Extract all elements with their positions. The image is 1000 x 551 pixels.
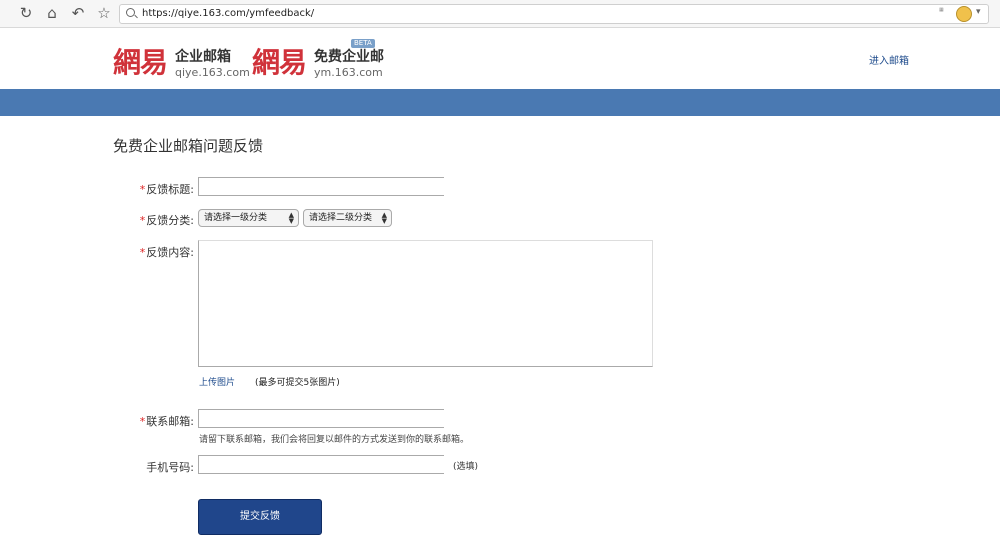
select-arrows-icon: ▲ ▼ [288,211,294,225]
back-icon[interactable]: ↶ [70,5,86,21]
required-mark: * [139,246,146,259]
logo-free-domain: ym.163.com [314,66,383,79]
browser-toolbar: ↻ ⌂ ↶ ☆ https://qiye.163.com/ymfeedback/… [0,0,1000,28]
category-label: *反馈分类: [139,214,194,227]
address-bar[interactable]: https://qiye.163.com/ymfeedback/ [119,4,989,24]
phone-optional-note: (选填) [453,462,479,472]
subject-input[interactable] [198,177,444,196]
netease-logo-mark: 網易 [113,46,168,79]
content-textarea[interactable] [198,240,653,367]
enter-mailbox-link[interactable]: 进入邮箱 [869,52,909,67]
enterprise-mail-logo[interactable]: 網易 企业邮箱 qiye.163.com [113,46,250,82]
category-level1-select[interactable]: 请选择一级分类 ▲ ▼ [198,209,299,227]
bookmark-star-icon[interactable]: ☆ [96,5,112,21]
subject-label: *反馈标题: [139,183,194,196]
content-label: *反馈内容: [139,246,194,259]
submit-feedback-button[interactable]: 提交反馈 [198,499,322,535]
address-bar-url[interactable]: https://qiye.163.com/ymfeedback/ [142,6,314,22]
free-mail-logo[interactable]: 網易 免费企业邮 ym.163.com BETA [252,39,387,82]
logo-enterprise-domain: qiye.163.com [175,66,250,79]
category-level1-value: 请选择一级分类 [204,213,268,223]
netease-logo-mark: 網易 [252,46,307,79]
select-arrows-icon: ▲ ▼ [381,211,387,225]
chevron-down-icon[interactable]: ▾ [976,7,981,17]
email-input[interactable] [198,409,444,428]
logo-enterprise-name: 企业邮箱 [175,49,231,65]
home-icon[interactable]: ⌂ [44,5,60,21]
upload-limit-note: (最多可提交5张图片) [255,378,340,388]
extension-icon[interactable]: ▦ [939,7,951,19]
page-title: 免费企业邮箱问题反馈 [113,137,264,155]
upload-image-link[interactable]: 上传图片 [199,375,235,388]
extension-avatar-icon[interactable] [956,6,972,22]
logo-free-name: 免费企业邮 [314,49,384,65]
beta-badge: BETA [351,39,375,48]
phone-label: 手机号码: [146,461,194,474]
email-label: *联系邮箱: [139,415,194,428]
required-mark: * [139,415,146,428]
search-icon [126,8,135,17]
category-level2-select[interactable]: 请选择二级分类 ▲ ▼ [303,209,392,227]
header-band [0,89,1000,116]
category-level2-value: 请选择二级分类 [309,213,373,223]
email-hint: 请留下联系邮箱，我们会将回复以邮件的方式发送到你的联系邮箱。 [199,435,470,445]
required-mark: * [139,183,146,196]
reload-icon[interactable]: ↻ [18,5,34,21]
phone-input[interactable] [198,455,444,474]
required-mark: * [139,214,146,227]
